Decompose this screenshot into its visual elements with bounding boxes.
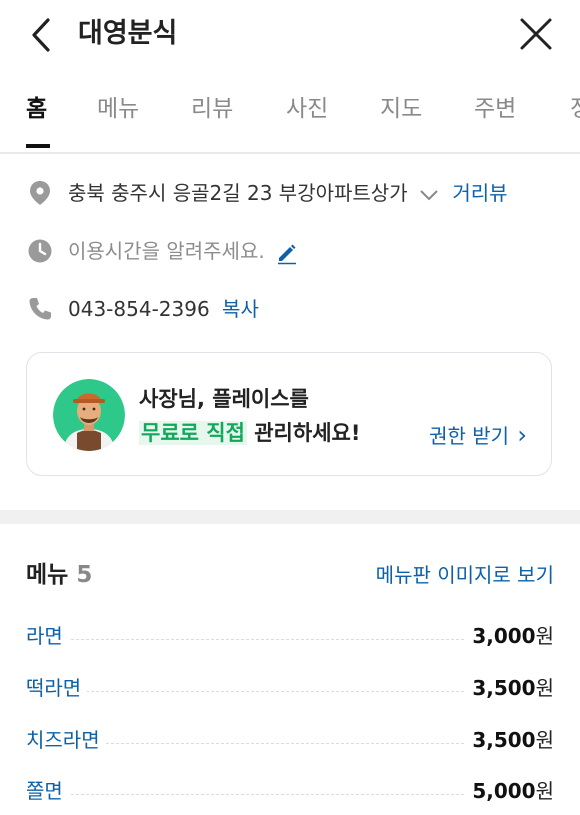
tab-photos[interactable]: 사진 <box>286 92 328 126</box>
menu-item-price: 5,000원 <box>466 773 554 809</box>
tab-map[interactable]: 지도 <box>380 92 422 126</box>
menu-item-name[interactable]: 쫄면 <box>26 773 69 809</box>
top-bar: 대영분식 <box>0 0 580 70</box>
hours-row: 이용시간을 알려주세요. <box>26 233 554 269</box>
banner-title: 사장님, 플레이스를 <box>139 387 309 411</box>
tab-bar: 홈 메뉴 리뷰 사진 지도 주변 정 <box>0 80 580 154</box>
page-title: 대영분식 <box>78 18 178 49</box>
view-menu-board-link[interactable]: 메뉴판 이미지로 보기 <box>376 560 554 590</box>
banner-subtitle: 무료로 직접 관리하세요! <box>139 417 360 449</box>
menu-item[interactable]: 치즈라면 3,500원 <box>26 722 554 758</box>
menu-item-name[interactable]: 라면 <box>26 618 69 654</box>
tab-reviews[interactable]: 리뷰 <box>191 92 233 126</box>
tab-info[interactable]: 정 <box>570 92 580 126</box>
close-icon[interactable] <box>518 16 554 52</box>
menu-item-price: 3,500원 <box>466 722 554 758</box>
menu-item-name[interactable]: 치즈라면 <box>26 722 106 758</box>
tab-menu[interactable]: 메뉴 <box>97 92 139 126</box>
banner-highlight: 무료로 직접 <box>139 421 247 445</box>
owner-avatar-illustration <box>53 379 125 451</box>
chevron-right-icon: › <box>517 421 527 449</box>
banner-subtitle-rest: 관리하세요! <box>246 421 361 445</box>
address-line: 충북 충주시 응골2길 23 부강아파트상가 거리뷰 <box>68 175 508 211</box>
menu-item[interactable]: 쫄면 5,000원 <box>26 773 554 809</box>
phone-line: 043-854-2396 복사 <box>68 291 259 327</box>
get-permission-label[interactable]: 권한 받기 <box>429 424 509 448</box>
menu-item-price: 3,000원 <box>466 618 554 654</box>
section-divider <box>0 510 580 524</box>
street-view-link[interactable]: 거리뷰 <box>452 181 507 205</box>
location-pin-icon <box>30 181 50 205</box>
chevron-down-icon[interactable] <box>418 188 440 202</box>
phone-number[interactable]: 043-854-2396 <box>68 297 210 321</box>
menu-item[interactable]: 라면 3,000원 <box>26 618 554 654</box>
owner-claim-banner[interactable]: 사장님, 플레이스를 무료로 직접 관리하세요! 권한 받기 › <box>26 352 552 476</box>
address-text: 충북 충주시 응골2길 23 부강아파트상가 <box>68 181 408 205</box>
phone-icon <box>29 298 51 320</box>
pencil-icon[interactable] <box>275 241 299 265</box>
get-permission-button[interactable]: 권한 받기 › <box>429 420 527 451</box>
back-arrow-icon[interactable] <box>28 16 58 54</box>
address-row: 충북 충주시 응골2길 23 부강아파트상가 거리뷰 <box>26 175 554 211</box>
menu-item-name[interactable]: 떡라면 <box>26 670 88 706</box>
menu-item[interactable]: 떡라면 3,500원 <box>26 670 554 706</box>
tab-home[interactable]: 홈 <box>26 92 47 126</box>
clock-icon <box>28 239 52 263</box>
active-tab-indicator <box>26 144 50 148</box>
hours-line[interactable]: 이용시간을 알려주세요. <box>68 233 299 269</box>
menu-item-price: 3,500원 <box>466 670 554 706</box>
hours-prompt[interactable]: 이용시간을 알려주세요. <box>68 239 265 263</box>
copy-phone-button[interactable]: 복사 <box>222 297 259 321</box>
menu-section-title: 메뉴 5 <box>26 558 92 592</box>
tab-nearby[interactable]: 주변 <box>474 92 516 126</box>
phone-row: 043-854-2396 복사 <box>26 291 554 327</box>
menu-heading: 메뉴 <box>26 562 69 588</box>
menu-count: 5 <box>76 562 93 588</box>
